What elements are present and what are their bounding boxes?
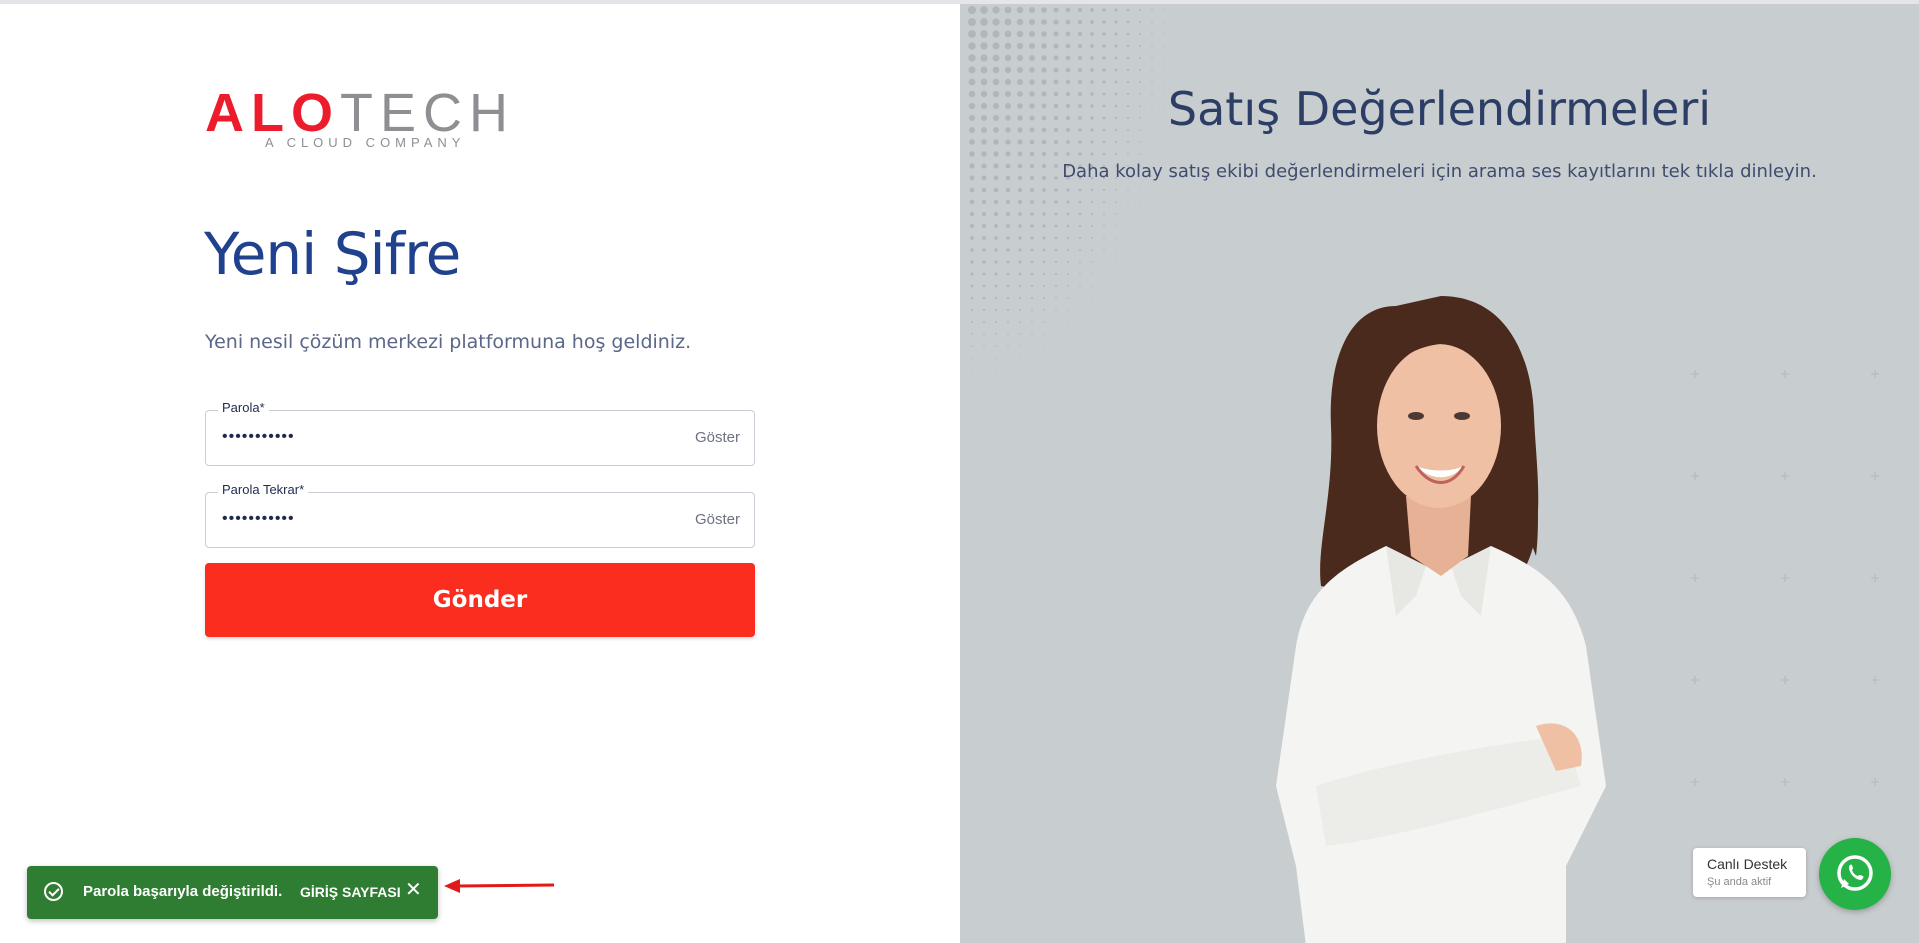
plus-pattern-decoration: [1691, 370, 1879, 786]
submit-button[interactable]: Gönder: [205, 563, 755, 637]
success-toast: Parola başarıyla değiştirildi. GİRİŞ SAY…: [27, 866, 438, 919]
promo-panel: Satış Değerlendirmeleri Daha kolay satış…: [960, 4, 1919, 943]
live-support-title: Canlı Destek: [1707, 856, 1788, 872]
whatsapp-button[interactable]: [1819, 838, 1891, 910]
logo-tech: TECH: [340, 83, 515, 143]
password-repeat-label: Parola Tekrar*: [218, 482, 309, 497]
password-field[interactable]: Parola* ••••••••••• Göster: [205, 400, 755, 466]
page-subtitle: Yeni nesil çözüm merkezi platformuna hoş…: [205, 331, 692, 353]
logo-wordmark: ALOTECH: [205, 86, 545, 140]
logo-tagline: A CLOUD COMPANY: [265, 135, 466, 150]
close-icon[interactable]: ✕: [405, 880, 422, 900]
toast-message: Parola başarıyla değiştirildi.: [83, 883, 283, 900]
whatsapp-icon: [1837, 855, 1873, 891]
login-page-link[interactable]: GİRİŞ SAYFASI: [300, 884, 401, 900]
woman-photo: [1276, 296, 1606, 943]
password-repeat-field[interactable]: Parola Tekrar* ••••••••••• Göster: [205, 482, 755, 548]
password-repeat-show-toggle[interactable]: Göster: [695, 511, 740, 528]
page-title: Yeni Şifre: [204, 220, 461, 288]
password-input[interactable]: •••••••••••: [222, 428, 295, 446]
password-show-toggle[interactable]: Göster: [695, 429, 740, 446]
logo-alo: ALO: [205, 83, 340, 143]
password-repeat-input[interactable]: •••••••••••: [222, 510, 295, 528]
hero-title: Satış Değerlendirmeleri: [1167, 82, 1712, 136]
alotech-logo: ALOTECH A CLOUD COMPANY: [205, 86, 545, 150]
hero-subtitle: Daha kolay satış ekibi değerlendirmeleri…: [1062, 161, 1817, 182]
live-support-status: Şu anda aktif: [1707, 876, 1772, 888]
annotation-arrow-icon: [444, 879, 555, 893]
password-label: Parola*: [218, 400, 269, 415]
check-circle-icon: [44, 882, 63, 901]
live-support-bubble[interactable]: Canlı Destek Şu anda aktif: [1693, 848, 1806, 897]
